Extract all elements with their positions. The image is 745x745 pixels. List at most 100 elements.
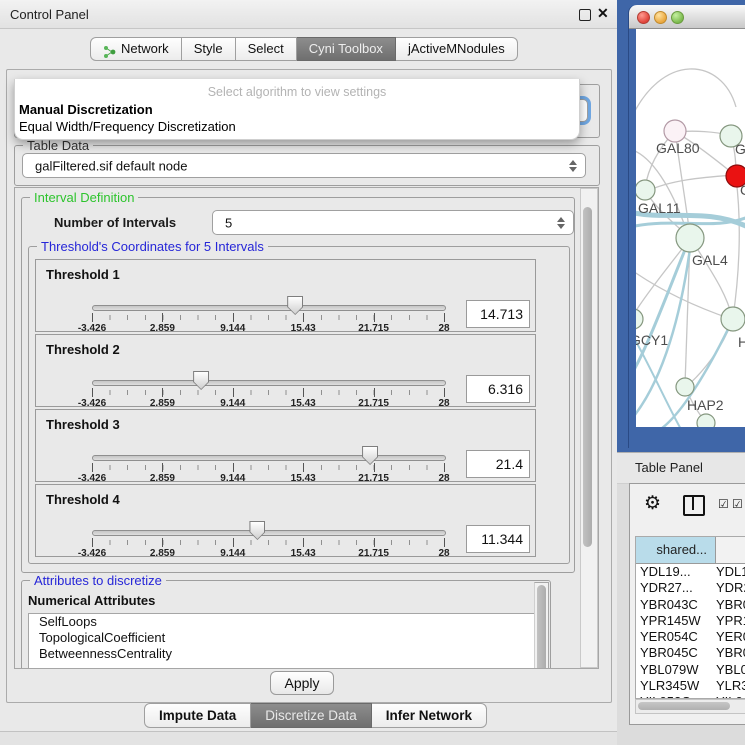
table-horizontal-scrollbar[interactable]	[635, 699, 745, 714]
table-data-combobox[interactable]: galFiltered.sif default node	[22, 153, 586, 178]
attribute-item[interactable]: BetweennessCentrality	[29, 646, 541, 662]
control-panel-titlebar	[0, 0, 617, 29]
table-row[interactable]: YDR27...YDR2	[636, 580, 745, 596]
table-row[interactable]: YDL19...YDL1	[636, 564, 745, 580]
tab-style[interactable]: Style	[182, 37, 236, 61]
float-panel-icon[interactable]	[579, 9, 591, 21]
slider-track[interactable]	[92, 305, 446, 311]
network-window-titlebar[interactable]	[629, 5, 745, 29]
slider-track[interactable]	[92, 455, 446, 461]
table-row[interactable]: YBR045CYBR0	[636, 645, 745, 661]
network-icon	[103, 43, 116, 56]
table-data-label: Table Data	[23, 138, 93, 153]
major-tick	[162, 538, 163, 547]
table-cell: YPR145W	[636, 613, 716, 629]
threshold-value-field[interactable]: 11.344	[466, 525, 530, 553]
gear-icon[interactable]: ⚙	[644, 492, 661, 515]
settings-vertical-scrollbar[interactable]	[580, 188, 598, 668]
tick-label: 15.43	[291, 473, 316, 484]
network-node-node-bottom[interactable]	[697, 414, 715, 427]
checkbox-icon[interactable]: ☑	[732, 497, 743, 511]
tick-label: 2.859	[150, 473, 175, 484]
threshold-value-field[interactable]: 14.713	[466, 300, 530, 328]
tab-network[interactable]: Network	[90, 37, 182, 61]
network-edge[interactable]	[733, 178, 739, 317]
network-edge[interactable]	[687, 321, 732, 386]
network-node-GAL4[interactable]	[676, 224, 704, 252]
network-node-GAL11[interactable]	[636, 180, 655, 200]
major-tick	[162, 313, 163, 322]
scrollbar-thumb[interactable]	[583, 207, 592, 547]
threshold-slider[interactable]: -3.4262.8599.14415.4321.71528	[92, 290, 444, 324]
tick-label: 2.859	[150, 548, 175, 559]
network-edge[interactable]	[636, 69, 736, 121]
threshold-slider[interactable]: -3.4262.8599.14415.4321.71528	[92, 440, 444, 474]
network-node-label: HAP2	[687, 397, 724, 413]
tick-label: 28	[438, 398, 449, 409]
threshold-panel-4: Threshold 4 -3.4262.8599.14415.4321.7152…	[35, 484, 536, 557]
slider-track[interactable]	[92, 530, 446, 536]
tab-label: Impute Data	[159, 708, 236, 723]
tab-label: jActiveMNodules	[408, 38, 505, 60]
threshold-slider[interactable]: -3.4262.8599.14415.4321.71528	[92, 365, 444, 399]
network-node-HAP2[interactable]	[676, 378, 694, 396]
table-row[interactable]: YER054CYER0	[636, 629, 745, 645]
tick-label: 28	[438, 323, 449, 334]
attribute-item[interactable]: SelfLoops	[29, 614, 541, 630]
threshold-panel-2: Threshold 2 -3.4262.8599.14415.4321.7152…	[35, 334, 536, 407]
major-tick	[303, 538, 304, 547]
bottom-strip	[0, 732, 617, 745]
table-row[interactable]: YBL079WYBL0	[636, 662, 745, 678]
number-of-intervals-combobox[interactable]: 5	[212, 210, 574, 235]
threshold-label: Threshold 3	[46, 417, 120, 432]
checkbox-icon[interactable]: ☑	[718, 497, 729, 511]
major-tick	[374, 463, 375, 472]
network-node-label: H	[738, 334, 745, 350]
mac-zoom-button[interactable]	[671, 11, 684, 24]
scrollbar-thumb[interactable]	[638, 702, 730, 710]
table-header-shared-name[interactable]: shared...	[636, 537, 716, 563]
close-panel-icon[interactable]: ✕	[597, 5, 609, 22]
dropdown-item-manual-discretization[interactable]: Manual Discretization	[19, 101, 575, 118]
apply-button[interactable]: Apply	[270, 671, 334, 695]
table-cell: YBR045C	[636, 645, 716, 661]
mac-minimize-button[interactable]	[654, 11, 667, 24]
tab-cyni-toolbox[interactable]: Cyni Toolbox	[297, 37, 396, 61]
tab-discretize-data[interactable]: Discretize Data	[251, 703, 372, 728]
tab-impute-data[interactable]: Impute Data	[144, 703, 251, 728]
tick-label: 21.715	[358, 473, 389, 484]
mac-close-button[interactable]	[637, 11, 650, 24]
threshold-value-field[interactable]: 21.4	[466, 450, 530, 478]
table-row[interactable]: YBR043CYBR0	[636, 597, 745, 613]
attribute-item[interactable]: TopologicalCoefficient	[29, 630, 541, 646]
attributes-list-scrollbar[interactable]	[534, 582, 549, 669]
threshold-slider[interactable]: -3.4262.8599.14415.4321.71528	[92, 515, 444, 549]
threshold-label: Threshold 1	[46, 267, 120, 282]
tab-label: Infer Network	[386, 708, 472, 723]
threshold-value-field[interactable]: 6.316	[466, 375, 530, 403]
table-cell: YDR2	[716, 580, 745, 596]
table-body: YDL19...YDL1YDR27...YDR2YBR043CYBR0YPR14…	[636, 564, 745, 699]
network-canvas-svg: GAL80GACGAL11GAL4GCY1HHAP2	[636, 29, 745, 427]
network-canvas[interactable]: GAL80GACGAL11GAL4GCY1HHAP2	[636, 29, 745, 427]
tick-label: 9.144	[220, 323, 245, 334]
network-node-GCY1[interactable]	[636, 309, 643, 329]
network-node-node-h[interactable]	[721, 307, 745, 331]
table-header-name[interactable]: n	[716, 537, 745, 563]
tick-label: 21.715	[358, 548, 389, 559]
table-row[interactable]: YPR145WYPR1	[636, 613, 745, 629]
tab-select[interactable]: Select	[236, 37, 297, 61]
major-tick	[92, 313, 93, 322]
dropdown-item-equal-width[interactable]: Equal Width/Frequency Discretization	[19, 118, 575, 135]
tab-jactivemnodules[interactable]: jActiveMNodules	[396, 37, 518, 61]
split-panel-icon[interactable]	[683, 495, 705, 516]
scrollbar-thumb[interactable]	[537, 585, 546, 669]
tick-layer: -3.4262.8599.14415.4321.71528	[92, 463, 444, 483]
network-node-GAL80[interactable]	[664, 120, 686, 142]
table-row[interactable]: YLR345WYLR3	[636, 678, 745, 694]
numerical-attributes-list[interactable]: SelfLoopsTopologicalCoefficientBetweenne…	[28, 613, 542, 669]
slider-track[interactable]	[92, 380, 446, 386]
tab-infer-network[interactable]: Infer Network	[372, 703, 487, 728]
tick-label: 9.144	[220, 398, 245, 409]
network-edge[interactable]	[645, 175, 735, 192]
